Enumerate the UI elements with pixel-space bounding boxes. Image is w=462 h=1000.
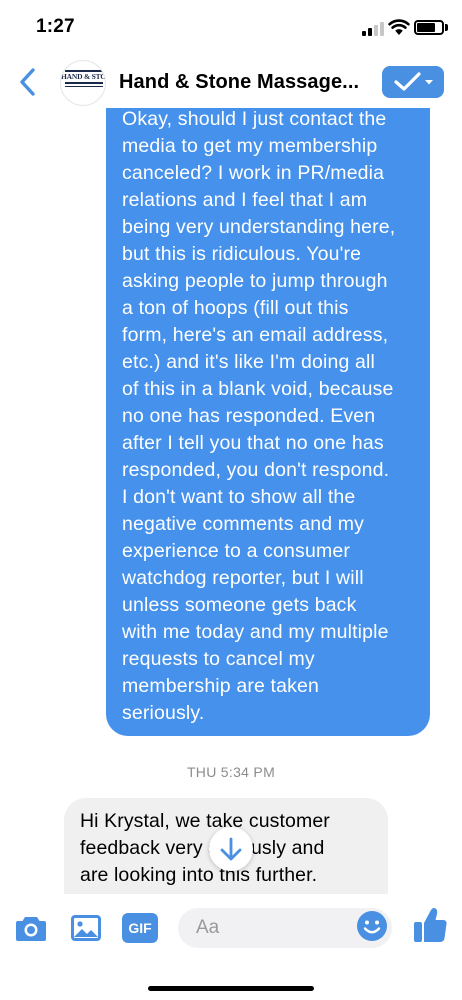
smiley-icon [357, 911, 387, 941]
battery-icon [414, 20, 444, 35]
message-thread[interactable]: Okay, should I just contact the media to… [0, 108, 462, 894]
sent-message-bubble[interactable]: Okay, should I just contact the media to… [106, 108, 430, 736]
home-indicator[interactable] [148, 986, 314, 991]
status-bar: 1:27 [0, 0, 462, 56]
photo-gallery-button[interactable] [69, 912, 103, 944]
camera-button[interactable] [14, 912, 48, 944]
composer-bar: GIF [0, 894, 462, 1000]
back-button[interactable] [14, 64, 44, 100]
conversation-title[interactable]: Hand & Stone Massage... [119, 71, 373, 94]
conversation-header: HAND & STONE Hand & Stone Massage... [0, 56, 462, 108]
message-input[interactable] [196, 908, 346, 948]
image-icon [71, 915, 101, 941]
cellular-signal-icon [362, 22, 384, 36]
wifi-icon [388, 19, 410, 35]
arrow-down-icon [220, 837, 242, 861]
avatar[interactable]: HAND & STONE [60, 60, 106, 106]
chevron-left-icon [20, 68, 35, 96]
battery-cap [445, 24, 448, 31]
emoji-button[interactable] [356, 910, 388, 942]
mark-done-button[interactable] [382, 66, 444, 98]
status-time: 1:27 [36, 16, 75, 37]
checkmark-icon [394, 72, 421, 91]
chevron-down-icon [425, 80, 433, 85]
thumbs-up-icon [414, 908, 447, 942]
scroll-to-bottom-button[interactable] [209, 827, 253, 871]
gif-button[interactable]: GIF [122, 913, 158, 943]
avatar-logo-text: HAND & STONE [61, 72, 106, 81]
sent-message-text: Okay, should I just contact the media to… [122, 108, 396, 724]
message-timestamp: THU 5:34 PM [186, 764, 276, 780]
like-button[interactable] [412, 906, 448, 944]
camera-icon [16, 917, 46, 941]
